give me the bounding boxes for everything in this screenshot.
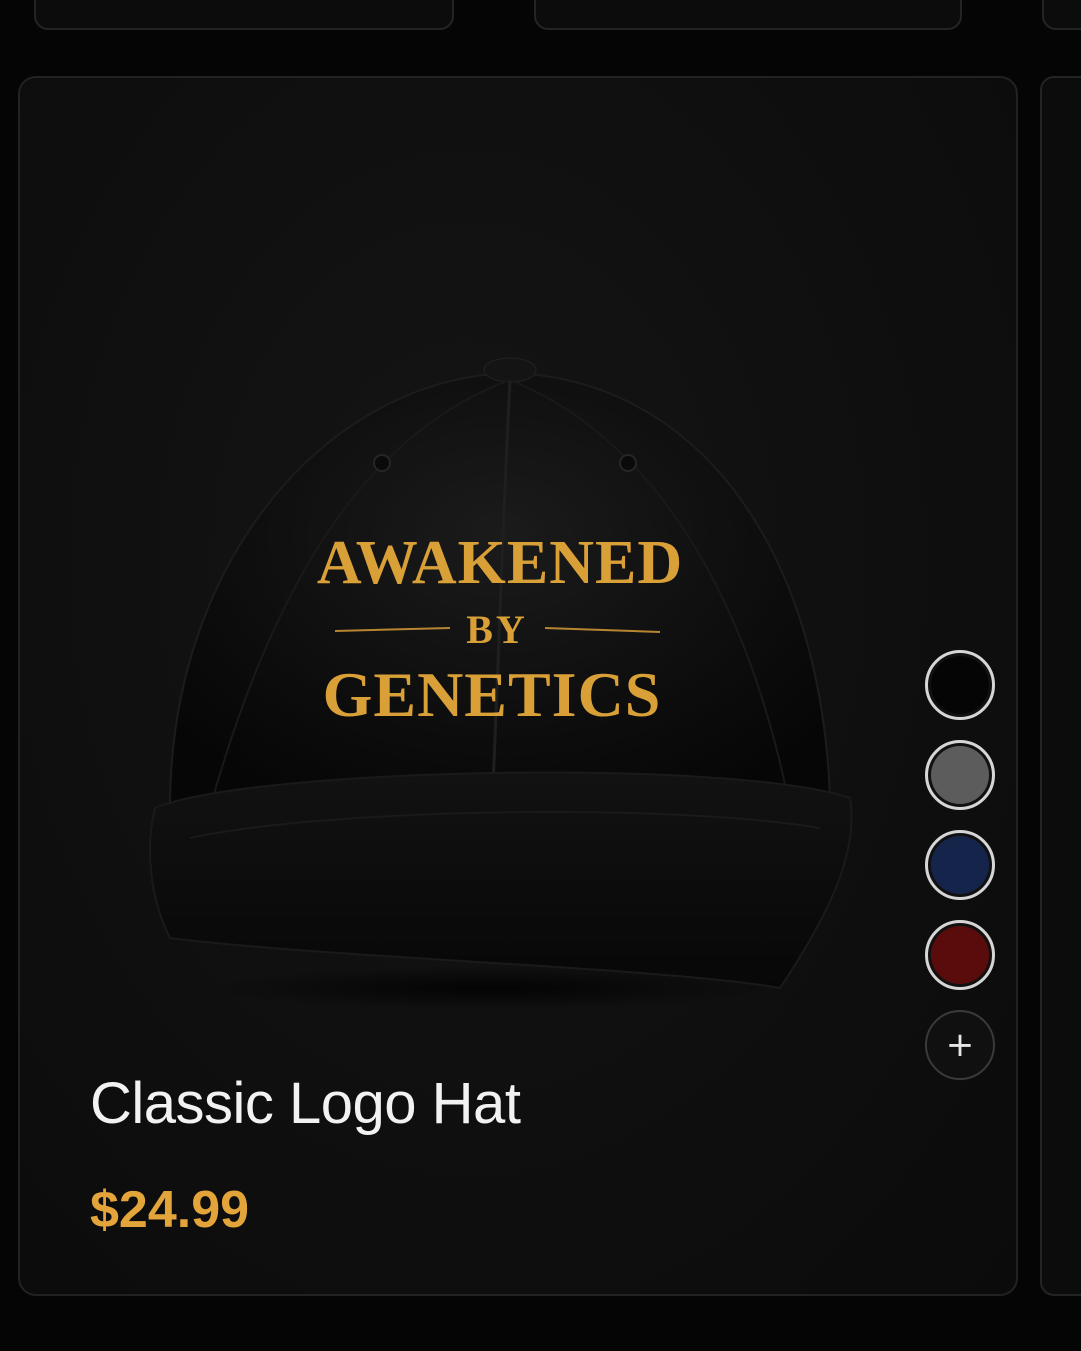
swatch-maroon[interactable] (925, 920, 995, 990)
product-price: $24.99 (90, 1181, 250, 1239)
swatch-gray[interactable] (925, 740, 995, 810)
more-colors-button[interactable]: + (925, 1010, 995, 1080)
hat-embroidery-line1: AWAKENED (317, 529, 683, 597)
swatch-navy[interactable] (925, 830, 995, 900)
product-image-hat[interactable]: AWAKENED BY GENETICS (130, 338, 860, 1018)
product-card-above-middle[interactable] (534, 0, 962, 30)
swatch-black[interactable] (925, 650, 995, 720)
color-swatches: + (920, 650, 1000, 1080)
product-card-above-right[interactable] (1042, 0, 1081, 30)
plus-icon: + (945, 1025, 975, 1065)
hat-embroidery-line3: GENETICS (323, 659, 662, 730)
product-card-above-left[interactable] (34, 0, 454, 30)
product-grid: AWAKENED BY GENETICS + Classic Logo Hat … (0, 0, 1081, 1351)
product-card-next[interactable] (1040, 76, 1081, 1296)
product-title[interactable]: Classic Logo Hat (90, 1070, 521, 1137)
hat-embroidery-line2: BY (466, 607, 528, 652)
